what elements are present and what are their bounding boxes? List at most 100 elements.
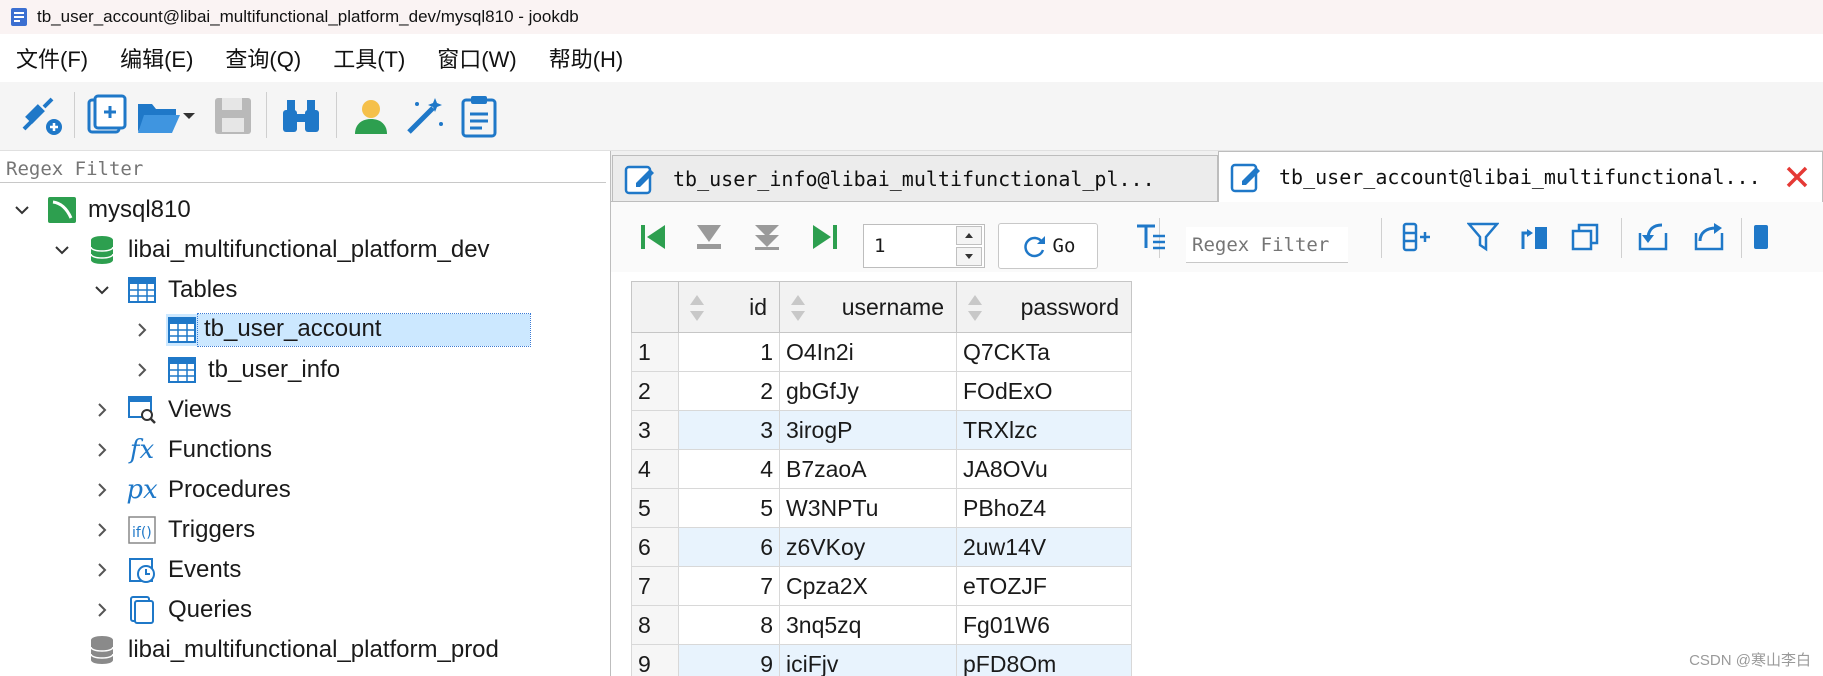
- row-number[interactable]: 3: [631, 410, 679, 450]
- cell-password[interactable]: eTOZJF: [956, 566, 1132, 606]
- clipboard-icon[interactable]: [454, 90, 504, 142]
- tree-item-tables[interactable]: Tables: [92, 271, 237, 309]
- cell-username[interactable]: B7zaoA: [779, 449, 957, 489]
- chevron-right-icon[interactable]: [92, 560, 112, 580]
- column-header-id[interactable]: id: [678, 281, 780, 333]
- row-number[interactable]: 7: [631, 566, 679, 606]
- tree-filter-input[interactable]: [0, 155, 606, 183]
- more-tools-icon[interactable]: [1745, 216, 1775, 258]
- table-row[interactable]: 8 8 3nq5zq Fg01W6: [631, 605, 1132, 645]
- table-row[interactable]: 4 4 B7zaoA JA8OVu: [631, 449, 1132, 489]
- cell-id[interactable]: 4: [678, 449, 780, 489]
- table-row[interactable]: 2 2 gbGfJy FOdExO: [631, 371, 1132, 411]
- cell-password[interactable]: JA8OVu: [956, 449, 1132, 489]
- chevron-down-icon[interactable]: [92, 280, 112, 300]
- chevron-down-icon[interactable]: [52, 240, 72, 260]
- tab-tb-user-info[interactable]: tb_user_info@libai_multifunctional_pl...: [612, 155, 1218, 201]
- cell-id[interactable]: 1: [678, 332, 780, 372]
- chevron-right-icon[interactable]: [92, 480, 112, 500]
- tree-item-database-prod[interactable]: libai_multifunctional_platform_prod: [86, 631, 499, 669]
- import-icon[interactable]: [1633, 216, 1673, 258]
- table-row[interactable]: 6 6 z6VKoy 2uw14V: [631, 527, 1132, 567]
- cell-password[interactable]: pFD8Om: [956, 644, 1132, 676]
- magic-wand-icon[interactable]: [400, 90, 450, 142]
- cell-password[interactable]: Fg01W6: [956, 605, 1132, 645]
- next-page-icon[interactable]: [747, 216, 787, 258]
- cell-username[interactable]: z6VKoy: [779, 527, 957, 567]
- cell-username[interactable]: iciFjv: [779, 644, 957, 676]
- cell-username[interactable]: O4In2i: [779, 332, 957, 372]
- chevron-down-icon[interactable]: [178, 90, 200, 142]
- new-query-icon[interactable]: [82, 90, 132, 142]
- cell-id[interactable]: 3: [678, 410, 780, 450]
- tree-item-table-tb-user-info[interactable]: tb_user_info: [132, 351, 340, 389]
- tree-item-events[interactable]: Events: [92, 551, 241, 589]
- sort-icon[interactable]: [1515, 216, 1555, 258]
- tree-item-triggers[interactable]: if() Triggers: [92, 511, 255, 549]
- grid-filter-input[interactable]: [1186, 227, 1348, 263]
- cell-password[interactable]: FOdExO: [956, 371, 1132, 411]
- open-folder-icon[interactable]: [134, 90, 184, 142]
- go-button[interactable]: Go: [998, 223, 1098, 269]
- menu-file[interactable]: 文件(F): [16, 42, 88, 74]
- row-number[interactable]: 6: [631, 527, 679, 567]
- cell-username[interactable]: 3irogP: [779, 410, 957, 450]
- first-page-icon[interactable]: [633, 216, 673, 258]
- sort-arrows-icon[interactable]: [790, 293, 806, 323]
- add-column-icon[interactable]: [1397, 216, 1437, 258]
- user-icon[interactable]: [346, 90, 396, 142]
- menu-query[interactable]: 查询(Q): [225, 42, 301, 74]
- text-format-icon[interactable]: [1131, 216, 1171, 258]
- export-icon[interactable]: [1689, 216, 1729, 258]
- cell-username[interactable]: Cpza2X: [779, 566, 957, 606]
- chevron-right-icon[interactable]: [132, 320, 152, 340]
- tree-item-views[interactable]: Views: [92, 391, 232, 429]
- chevron-right-icon[interactable]: [92, 400, 112, 420]
- save-icon[interactable]: [208, 90, 258, 142]
- chevron-right-icon[interactable]: [92, 600, 112, 620]
- table-row[interactable]: 9 9 iciFjv pFD8Om: [631, 644, 1132, 676]
- tree-item-connection[interactable]: mysql810: [12, 191, 191, 229]
- cell-password[interactable]: TRXlzc: [956, 410, 1132, 450]
- row-number[interactable]: 9: [631, 644, 679, 676]
- cell-id[interactable]: 6: [678, 527, 780, 567]
- chevron-down-icon[interactable]: [12, 200, 32, 220]
- menu-tools[interactable]: 工具(T): [333, 42, 405, 74]
- binoculars-icon[interactable]: [276, 90, 326, 142]
- tree-item-table-tb-user-account[interactable]: tb_user_account: [132, 311, 531, 349]
- table-row[interactable]: 5 5 W3NPTu PBhoZ4: [631, 488, 1132, 528]
- chevron-right-icon[interactable]: [92, 440, 112, 460]
- tree-item-procedures[interactable]: px Procedures: [92, 471, 291, 509]
- cell-id[interactable]: 7: [678, 566, 780, 606]
- column-header-username[interactable]: username: [779, 281, 957, 333]
- cell-id[interactable]: 9: [678, 644, 780, 676]
- filter-icon[interactable]: [1463, 216, 1503, 258]
- table-row[interactable]: 3 3 3irogP TRXlzc: [631, 410, 1132, 450]
- table-row[interactable]: 1 1 O4In2i Q7CKTa: [631, 332, 1132, 372]
- chevron-right-icon[interactable]: [132, 360, 152, 380]
- connect-icon[interactable]: [18, 90, 68, 142]
- copy-record-icon[interactable]: [1565, 216, 1605, 258]
- menu-help[interactable]: 帮助(H): [549, 42, 624, 74]
- tree-item-functions[interactable]: fx Functions: [92, 431, 272, 469]
- row-number[interactable]: 2: [631, 371, 679, 411]
- row-number[interactable]: 1: [631, 332, 679, 372]
- row-number[interactable]: 4: [631, 449, 679, 489]
- table-row[interactable]: 7 7 Cpza2X eTOZJF: [631, 566, 1132, 606]
- cell-id[interactable]: 2: [678, 371, 780, 411]
- row-number[interactable]: 8: [631, 605, 679, 645]
- tree-item-database-dev[interactable]: libai_multifunctional_platform_dev: [52, 231, 490, 269]
- cell-id[interactable]: 8: [678, 605, 780, 645]
- cell-password[interactable]: 2uw14V: [956, 527, 1132, 567]
- menu-edit[interactable]: 编辑(E): [120, 42, 193, 74]
- cell-username[interactable]: W3NPTu: [779, 488, 957, 528]
- column-header-password[interactable]: password: [956, 281, 1132, 333]
- row-number[interactable]: 5: [631, 488, 679, 528]
- sort-arrows-icon[interactable]: [967, 293, 983, 323]
- spin-up-icon[interactable]: [956, 226, 982, 245]
- close-icon[interactable]: [1782, 162, 1812, 192]
- spin-down-icon[interactable]: [956, 247, 982, 266]
- chevron-right-icon[interactable]: [92, 520, 112, 540]
- cell-id[interactable]: 5: [678, 488, 780, 528]
- cell-username[interactable]: 3nq5zq: [779, 605, 957, 645]
